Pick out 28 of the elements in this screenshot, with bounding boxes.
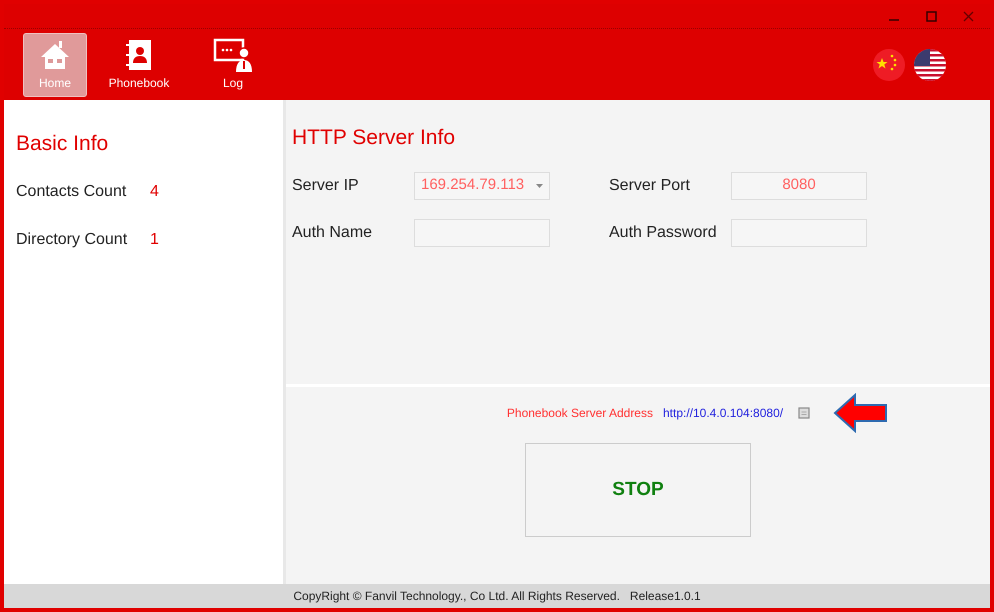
stat-label: Contacts Count [16, 182, 128, 202]
server-address-link[interactable]: http://10.4.0.104:8080/ [662, 404, 784, 422]
stat-value: 4 [150, 182, 159, 202]
input-field[interactable] [414, 218, 550, 246]
field-label: Auth Password [609, 222, 718, 242]
field-label: Auth Name [292, 222, 374, 242]
stat-label: Directory Count [16, 230, 128, 250]
stat-value: 1 [150, 230, 159, 250]
arrow-icon [833, 393, 890, 433]
copyright-text: CopyRight © Fanvil Technology., Co Ltd. All Rights Reserved. Release1.0.1 [293, 588, 701, 605]
ip-dropdown[interactable]: 169.254.79.113 [414, 172, 550, 200]
us-flag-icon[interactable] [914, 48, 946, 80]
input-field[interactable]: 8080 [731, 172, 867, 200]
section-title: HTTP Server Info [292, 125, 456, 151]
stop-button[interactable]: STOP [525, 443, 751, 537]
field-label: Server IP [292, 176, 360, 196]
close-icon[interactable] [963, 10, 974, 22]
maximize-icon[interactable] [926, 10, 937, 22]
address-label: Phonebook Server Address [506, 405, 653, 422]
copy-icon[interactable] [797, 406, 812, 420]
field-label: Server Port [609, 176, 691, 196]
nav-tab[interactable]: Phonebook [97, 32, 181, 96]
section-title: Basic Info [16, 131, 110, 157]
input-field[interactable] [731, 218, 867, 246]
nav-tab[interactable]: Log [191, 32, 275, 96]
china-flag-icon[interactable] [873, 48, 905, 80]
screen-person-icon [213, 38, 253, 72]
caret-icon [536, 184, 543, 188]
